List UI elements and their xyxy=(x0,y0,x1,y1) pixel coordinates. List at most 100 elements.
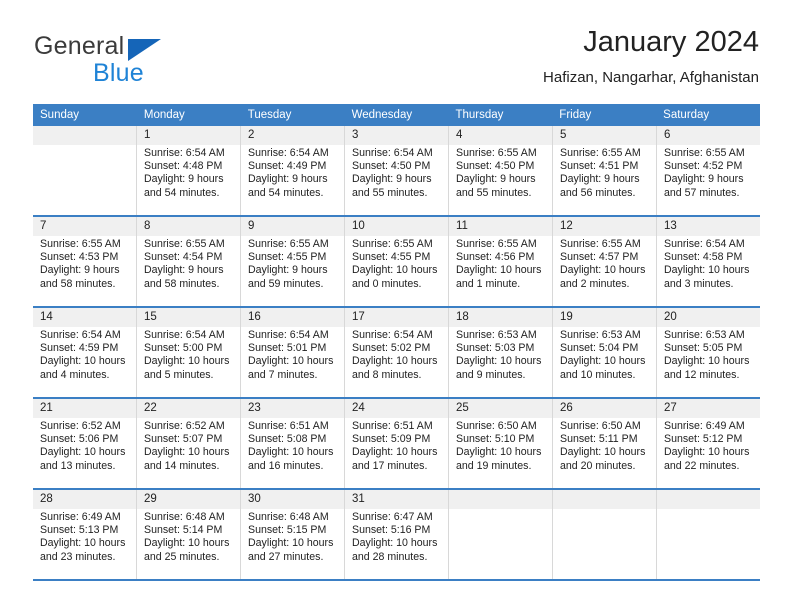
day-number[interactable]: 13 xyxy=(656,217,760,236)
day-cell[interactable]: Sunrise: 6:55 AM Sunset: 4:55 PM Daylight:… xyxy=(240,236,344,306)
daylight-text: Daylight: 9 hours and 58 minutes. xyxy=(40,264,120,290)
day-number[interactable]: 11 xyxy=(448,217,552,236)
sunrise-text: Sunrise: 6:55 AM xyxy=(40,238,121,250)
day-cell[interactable]: Sunrise: 6:55 AM Sunset: 4:53 PM Daylight:… xyxy=(33,236,136,306)
sunrise-text: Sunrise: 6:54 AM xyxy=(144,329,225,341)
general-blue-logo[interactable]: General Blue xyxy=(33,26,263,87)
day-number[interactable]: 8 xyxy=(136,217,240,236)
day-cell[interactable]: Sunrise: 6:54 AM Sunset: 5:01 PM Daylight:… xyxy=(240,327,344,397)
day-number[interactable]: 15 xyxy=(136,308,240,327)
sunset-text: Sunset: 4:49 PM xyxy=(248,160,327,173)
sunrise-text: Sunrise: 6:54 AM xyxy=(144,147,225,159)
sunset-text: Sunset: 5:10 PM xyxy=(456,433,535,446)
day-cell[interactable]: Sunrise: 6:54 AM Sunset: 5:00 PM Daylight:… xyxy=(136,327,240,397)
day-cell[interactable]: Sunrise: 6:49 AM Sunset: 5:12 PM Daylight:… xyxy=(656,418,760,488)
day-number[interactable]: 18 xyxy=(448,308,552,327)
day-number[interactable]: 7 xyxy=(33,217,136,236)
day-number[interactable]: 29 xyxy=(136,490,240,509)
calendar-week-row: 21 22 23 24 25 26 27 Sunrise: 6:52 AM Sunset: 5:… xyxy=(33,397,760,488)
day-cell[interactable]: Sunrise: 6:48 AM Sunset: 5:15 PM Daylight:… xyxy=(240,509,344,579)
day-number[interactable]: 30 xyxy=(240,490,344,509)
day-number[interactable]: 24 xyxy=(344,399,448,418)
sunrise-text: Sunrise: 6:55 AM xyxy=(456,147,537,159)
week-detail-row: Sunrise: 6:55 AM Sunset: 4:53 PM Daylight:… xyxy=(33,236,760,306)
sunset-text: Sunset: 5:04 PM xyxy=(560,342,639,355)
day-number[interactable]: 25 xyxy=(448,399,552,418)
day-number[interactable]: 9 xyxy=(240,217,344,236)
day-number[interactable]: 14 xyxy=(33,308,136,327)
sunset-text: Sunset: 4:48 PM xyxy=(144,160,223,173)
day-number[interactable]: 4 xyxy=(448,126,552,145)
sunrise-text: Sunrise: 6:53 AM xyxy=(664,329,745,341)
sunset-text: Sunset: 4:59 PM xyxy=(40,342,119,355)
week-daynumber-band: 21 22 23 24 25 26 27 xyxy=(33,399,760,418)
day-cell[interactable]: Sunrise: 6:48 AM Sunset: 5:14 PM Daylight:… xyxy=(136,509,240,579)
day-cell[interactable]: Sunrise: 6:50 AM Sunset: 5:10 PM Daylight:… xyxy=(448,418,552,488)
day-cell[interactable]: Sunrise: 6:54 AM Sunset: 5:02 PM Daylight:… xyxy=(344,327,448,397)
daylight-text: Daylight: 10 hours and 27 minutes. xyxy=(248,537,334,563)
day-cell[interactable]: Sunrise: 6:53 AM Sunset: 5:04 PM Daylight:… xyxy=(552,327,656,397)
daylight-text: Daylight: 9 hours and 57 minutes. xyxy=(664,173,744,199)
day-number[interactable]: 17 xyxy=(344,308,448,327)
day-cell[interactable]: Sunrise: 6:53 AM Sunset: 5:03 PM Daylight:… xyxy=(448,327,552,397)
day-number[interactable]: 5 xyxy=(552,126,656,145)
weekday-header-thursday: Thursday xyxy=(455,109,504,121)
daylight-text: Daylight: 9 hours and 56 minutes. xyxy=(560,173,640,199)
sunset-text: Sunset: 5:12 PM xyxy=(664,433,743,446)
day-cell[interactable]: Sunrise: 6:54 AM Sunset: 4:59 PM Daylight:… xyxy=(33,327,136,397)
page-title: January 2024 xyxy=(583,26,759,58)
day-cell[interactable]: Sunrise: 6:54 AM Sunset: 4:49 PM Daylight:… xyxy=(240,145,344,215)
daylight-text: Daylight: 10 hours and 17 minutes. xyxy=(352,446,438,472)
day-number[interactable]: 2 xyxy=(240,126,344,145)
sunrise-text: Sunrise: 6:54 AM xyxy=(352,147,433,159)
day-cell[interactable]: Sunrise: 6:51 AM Sunset: 5:08 PM Daylight:… xyxy=(240,418,344,488)
day-cell[interactable]: Sunrise: 6:54 AM Sunset: 4:50 PM Daylight:… xyxy=(344,145,448,215)
day-cell[interactable]: Sunrise: 6:52 AM Sunset: 5:06 PM Daylight:… xyxy=(33,418,136,488)
day-number[interactable]: 21 xyxy=(33,399,136,418)
location-subtitle: Hafizan, Nangarhar, Afghanistan xyxy=(543,69,759,86)
day-number[interactable]: 23 xyxy=(240,399,344,418)
day-number[interactable]: 27 xyxy=(656,399,760,418)
day-number[interactable]: 6 xyxy=(656,126,760,145)
triangle-icon xyxy=(128,39,161,61)
sunset-text: Sunset: 4:51 PM xyxy=(560,160,639,173)
day-number[interactable]: 10 xyxy=(344,217,448,236)
day-number[interactable]: 19 xyxy=(552,308,656,327)
day-number[interactable]: 28 xyxy=(33,490,136,509)
calendar-weeks: 1 2 3 4 5 6 Sunrise: 6:54 AM Sunset: 4:48 PM Day… xyxy=(33,126,760,579)
sunrise-text: Sunrise: 6:50 AM xyxy=(560,420,641,432)
daylight-text: Daylight: 10 hours and 14 minutes. xyxy=(144,446,230,472)
day-cell[interactable]: Sunrise: 6:53 AM Sunset: 5:05 PM Daylight:… xyxy=(656,327,760,397)
day-cell[interactable]: Sunrise: 6:51 AM Sunset: 5:09 PM Daylight:… xyxy=(344,418,448,488)
day-number[interactable]: 20 xyxy=(656,308,760,327)
day-cell[interactable]: Sunrise: 6:47 AM Sunset: 5:16 PM Daylight:… xyxy=(344,509,448,579)
day-number[interactable]: 31 xyxy=(344,490,448,509)
day-cell[interactable]: Sunrise: 6:49 AM Sunset: 5:13 PM Daylight:… xyxy=(33,509,136,579)
sunset-text: Sunset: 5:05 PM xyxy=(664,342,743,355)
day-number[interactable]: 1 xyxy=(136,126,240,145)
week-detail-row: Sunrise: 6:52 AM Sunset: 5:06 PM Daylight:… xyxy=(33,418,760,488)
day-cell[interactable]: Sunrise: 6:54 AM Sunset: 4:58 PM Daylight:… xyxy=(656,236,760,306)
day-number[interactable]: 12 xyxy=(552,217,656,236)
day-cell[interactable]: Sunrise: 6:52 AM Sunset: 5:07 PM Daylight:… xyxy=(136,418,240,488)
sunset-text: Sunset: 5:02 PM xyxy=(352,342,431,355)
sunset-text: Sunset: 5:16 PM xyxy=(352,524,431,537)
day-cell[interactable]: Sunrise: 6:54 AM Sunset: 4:48 PM Daylight:… xyxy=(136,145,240,215)
day-cell[interactable]: Sunrise: 6:55 AM Sunset: 4:50 PM Daylight:… xyxy=(448,145,552,215)
day-cell[interactable]: Sunrise: 6:55 AM Sunset: 4:56 PM Daylight:… xyxy=(448,236,552,306)
day-number[interactable]: 3 xyxy=(344,126,448,145)
calendar-grid: Sunday Monday Tuesday Wednesday Thursday… xyxy=(33,104,760,581)
sunset-text: Sunset: 5:06 PM xyxy=(40,433,119,446)
daylight-text: Daylight: 10 hours and 19 minutes. xyxy=(456,446,542,472)
day-number[interactable]: 22 xyxy=(136,399,240,418)
day-cell[interactable]: Sunrise: 6:55 AM Sunset: 4:54 PM Daylight:… xyxy=(136,236,240,306)
sunrise-text: Sunrise: 6:51 AM xyxy=(352,420,433,432)
day-cell[interactable]: Sunrise: 6:55 AM Sunset: 4:55 PM Daylight:… xyxy=(344,236,448,306)
day-cell[interactable]: Sunrise: 6:50 AM Sunset: 5:11 PM Daylight:… xyxy=(552,418,656,488)
day-number[interactable]: 16 xyxy=(240,308,344,327)
day-cell[interactable]: Sunrise: 6:55 AM Sunset: 4:52 PM Daylight:… xyxy=(656,145,760,215)
day-cell[interactable]: Sunrise: 6:55 AM Sunset: 4:57 PM Daylight:… xyxy=(552,236,656,306)
daylight-text: Daylight: 10 hours and 5 minutes. xyxy=(144,355,230,381)
day-cell[interactable]: Sunrise: 6:55 AM Sunset: 4:51 PM Daylight:… xyxy=(552,145,656,215)
day-number[interactable]: 26 xyxy=(552,399,656,418)
